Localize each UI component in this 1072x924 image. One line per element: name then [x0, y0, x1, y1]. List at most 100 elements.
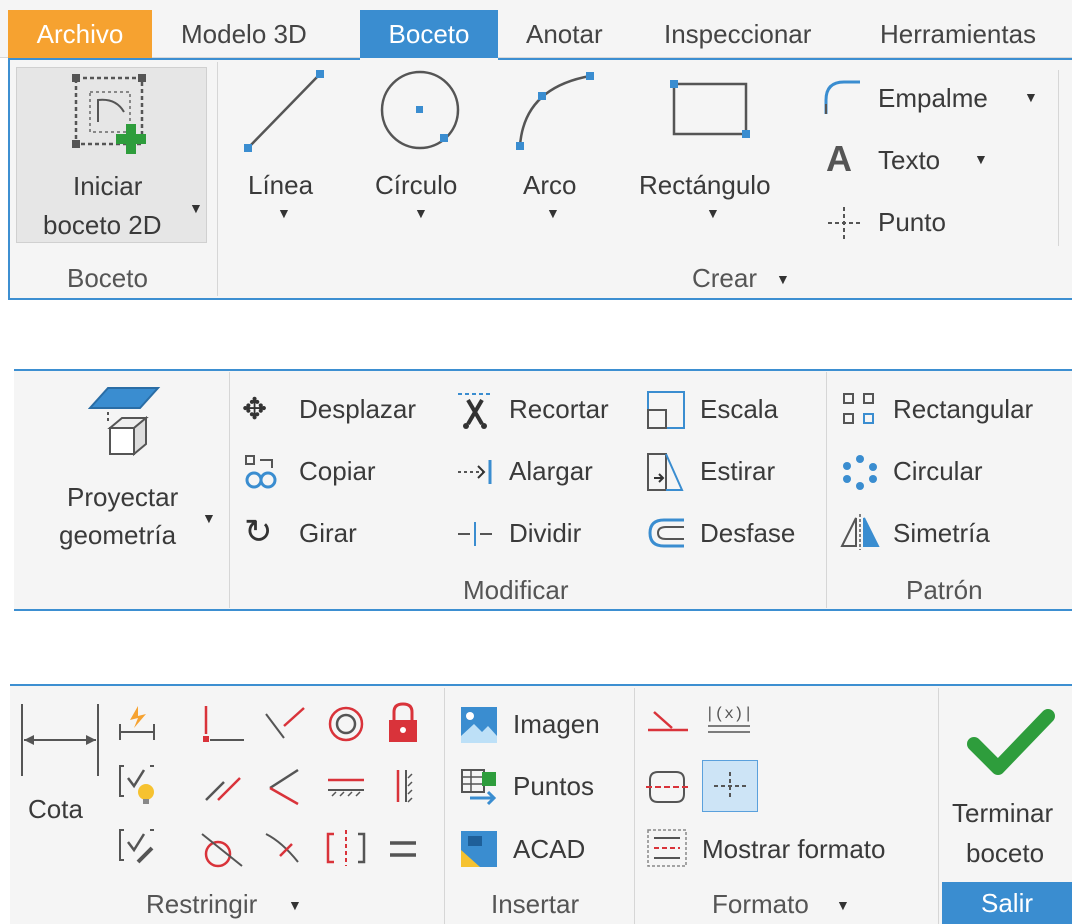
chevron-down-icon[interactable]: ▼ — [288, 897, 302, 913]
equal-constraint-icon[interactable] — [386, 834, 420, 864]
acad-icon — [461, 831, 497, 867]
panel-divider — [229, 372, 230, 608]
start-sketch-label-2: boceto 2D — [43, 210, 162, 240]
image-label[interactable]: Imagen — [513, 709, 600, 740]
chevron-down-icon[interactable]: ▼ — [414, 205, 428, 221]
chevron-down-icon[interactable]: ▼ — [706, 205, 720, 221]
show-format-label[interactable]: Mostrar formato — [702, 834, 886, 865]
move-label[interactable]: Desplazar — [299, 394, 416, 425]
start-sketch-label-1: Iniciar — [73, 171, 143, 201]
circle-label[interactable]: Círculo — [375, 170, 457, 201]
panel-title-crear[interactable]: Crear — [692, 263, 757, 294]
panel-title-restringir[interactable]: Restringir — [146, 889, 257, 920]
rotate-label[interactable]: Girar — [299, 518, 357, 549]
rectangular-pattern-label[interactable]: Rectangular — [893, 394, 1033, 425]
circle-icon — [380, 70, 460, 150]
smooth-constraint-icon[interactable] — [262, 828, 308, 868]
extend-icon — [458, 460, 492, 484]
finish-sketch-label-1[interactable]: Terminar — [952, 798, 1053, 829]
trim-icon — [458, 393, 492, 429]
constraint-settings-icon[interactable] — [116, 826, 158, 866]
arc-icon — [516, 72, 594, 150]
trim-label[interactable]: Recortar — [509, 394, 609, 425]
points-label[interactable]: Puntos — [513, 771, 594, 802]
concentric-constraint-icon[interactable] — [324, 704, 368, 744]
project-geometry-icon — [88, 387, 161, 457]
auto-dimension-icon[interactable] — [116, 704, 158, 742]
point-label[interactable]: Punto — [878, 207, 946, 238]
tab-underline-left — [8, 58, 360, 60]
dimension-label[interactable]: Cota — [28, 794, 83, 825]
move-icon: ✥ — [242, 393, 268, 426]
tab-boceto[interactable]: Boceto — [360, 10, 498, 58]
ribbon-tab-bar: Archivo Modelo 3D Boceto Anotar Inspecci… — [0, 0, 1072, 58]
tab-underline-right — [498, 58, 1072, 60]
show-constraints-icon[interactable] — [116, 762, 158, 806]
acad-label[interactable]: ACAD — [513, 834, 585, 865]
tab-modelo-3d[interactable]: Modelo 3D — [163, 10, 325, 58]
chevron-down-icon[interactable]: ▼ — [277, 205, 291, 221]
mirror-label[interactable]: Simetría — [893, 518, 990, 549]
split-icon — [458, 522, 492, 546]
extend-label[interactable]: Alargar — [509, 456, 593, 487]
text-icon: A — [826, 138, 852, 179]
offset-icon — [648, 518, 684, 548]
image-icon — [461, 707, 497, 743]
perpendicular-constraint-icon[interactable] — [262, 766, 308, 806]
chevron-down-icon[interactable]: ▼ — [202, 510, 216, 526]
tab-anotar[interactable]: Anotar — [508, 10, 621, 58]
center-point-icon — [714, 772, 746, 800]
rectangle-label[interactable]: Rectángulo — [639, 170, 771, 201]
rectangle-icon — [670, 80, 750, 138]
parallel-constraint-icon[interactable] — [200, 766, 246, 806]
panel-divider — [938, 688, 939, 924]
checkmark-icon — [967, 709, 1055, 775]
project-geometry-label-1[interactable]: Proyectar — [67, 482, 178, 513]
fillet-label[interactable]: Empalme — [878, 83, 988, 114]
panel-title-formato[interactable]: Formato — [712, 889, 809, 920]
lock-icon[interactable] — [386, 702, 420, 744]
copy-label[interactable]: Copiar — [299, 456, 376, 487]
coincident-constraint-icon[interactable] — [200, 704, 246, 744]
centerline-icon[interactable] — [646, 768, 688, 806]
panel-divider — [826, 372, 827, 608]
rectangular-pattern-icon — [843, 393, 874, 424]
circular-pattern-label[interactable]: Circular — [893, 456, 983, 487]
finish-sketch-label-2[interactable]: boceto — [966, 838, 1044, 869]
circular-pattern-icon — [843, 455, 877, 490]
chevron-down-icon[interactable]: ▼ — [776, 271, 790, 287]
split-label[interactable]: Dividir — [509, 518, 581, 549]
offset-label[interactable]: Desfase — [700, 518, 795, 549]
scale-label[interactable]: Escala — [700, 394, 778, 425]
line-label[interactable]: Línea — [248, 170, 313, 201]
chevron-down-icon[interactable]: ▼ — [974, 151, 988, 167]
tab-archivo[interactable]: Archivo — [8, 10, 152, 58]
points-icon — [461, 769, 497, 806]
show-format-icon — [647, 829, 687, 867]
line-icon — [244, 70, 324, 152]
point-icon — [828, 207, 860, 239]
tab-herramientas[interactable]: Herramientas — [862, 10, 1054, 58]
project-geometry-label-2[interactable]: geometría — [59, 520, 176, 551]
rotate-icon: ↻ — [244, 513, 273, 551]
symmetric-constraint-icon[interactable] — [324, 828, 368, 868]
horizontal-constraint-icon[interactable] — [324, 766, 368, 806]
arc-label[interactable]: Arco — [523, 170, 576, 201]
chevron-down-icon[interactable]: ▼ — [189, 200, 203, 216]
vertical-constraint-icon[interactable] — [386, 766, 420, 806]
stretch-label[interactable]: Estirar — [700, 456, 775, 487]
start-2d-sketch-icon — [72, 74, 146, 154]
panel-title-modificar: Modificar — [463, 575, 569, 605]
chevron-down-icon[interactable]: ▼ — [546, 205, 560, 221]
chevron-down-icon[interactable]: ▼ — [1024, 89, 1038, 105]
driven-dimension-icon[interactable]: |(x)| — [704, 700, 754, 738]
panel-divider — [444, 688, 445, 924]
text-label[interactable]: Texto — [878, 145, 940, 176]
tab-inspeccionar[interactable]: Inspeccionar — [646, 10, 829, 58]
tangent-constraint-icon[interactable] — [200, 828, 246, 868]
panel-title-insertar: Insertar — [491, 889, 580, 919]
panel-divider — [634, 688, 635, 924]
construction-icon[interactable] — [646, 704, 690, 738]
chevron-down-icon[interactable]: ▼ — [836, 897, 850, 913]
collinear-constraint-icon[interactable] — [262, 704, 308, 744]
